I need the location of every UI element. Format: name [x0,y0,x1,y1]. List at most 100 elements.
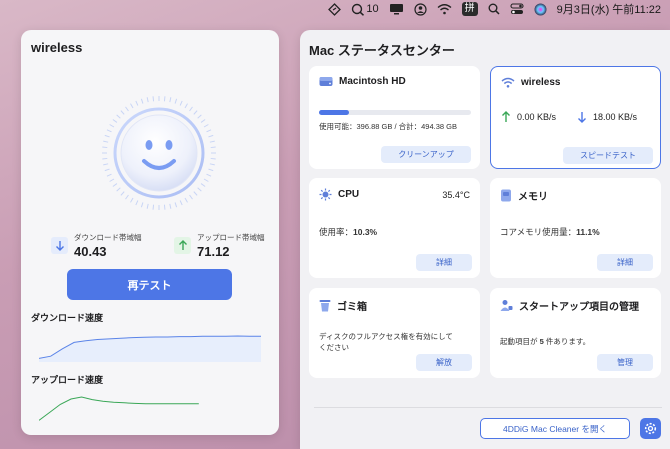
speed-test-button[interactable]: スピードテスト [563,147,653,164]
gauge-tick [120,110,125,115]
gauge-tick [140,202,144,208]
retest-button[interactable]: 再テスト [67,269,232,300]
memory-name: メモリ [518,192,548,203]
gauge-tick [184,197,188,203]
menu-bar: 10 拼 9月3日(水) 午前11:22 [0,0,670,18]
gauge-tick [112,119,118,123]
wifi-icon[interactable] [432,0,457,18]
cleanup-button[interactable]: クリーンアップ [381,146,471,163]
cpu-name: CPU [338,189,360,200]
control-center-icon[interactable] [505,0,529,18]
gauge-tick [130,197,134,203]
clock[interactable]: 9月3日(水) 午前11:22 [552,0,666,18]
gauge-tick [130,103,134,109]
gauge-tick [189,106,193,112]
gauge-tick [179,100,183,106]
gauge-tick [169,203,172,209]
free-up-button[interactable]: 解放 [416,354,472,371]
startup-card-header: スタートアップ項目の管理 [500,298,639,313]
status-center-title: Mac ステータスセンター [309,43,455,58]
gauge-tick [104,134,110,138]
input-method-indicator[interactable]: 拼 [457,0,483,18]
gauge-tick [120,191,125,196]
speed-gauge [99,93,219,213]
disk-card: Macintosh HD 使用可能：396.88 GB / 合計：494.38 … [309,66,480,169]
open-cleaner-button[interactable]: 4DDiG Mac Cleaner を開く [480,418,630,439]
startup-message: 起動項目が 5 件あります。 [500,336,590,347]
gauge-tick [184,103,188,109]
gauge-tick [106,129,112,133]
memory-usage-label: コアメモリ使用量： [500,227,577,237]
gauge-tick [203,178,209,182]
gauge-tick [104,168,110,172]
gauge-tick [116,187,121,192]
upload-arrow-icon [502,111,510,122]
disk-usage-fill [319,110,350,115]
download-speed-chart [39,335,261,362]
memory-card-header: メモリ [500,188,548,203]
gauge-tick [193,191,198,196]
gauge-tick [209,163,215,166]
gauge-tick [206,129,212,133]
gauge-tick [206,173,212,177]
memory-card: メモリ コアメモリ使用量：11.1% 詳細 [490,178,661,278]
gauge-tick [109,124,115,128]
disk-usage-bar [319,110,471,115]
upload-arrow-icon [174,237,191,254]
trash-message: ディスクのフルアクセス権を有効にして ください [319,331,453,353]
startup-name: スタートアップ項目の管理 [519,302,639,313]
gauge-tick [169,97,172,103]
memory-usage-value: 11.1% [576,227,600,237]
gauge-tick [163,204,166,210]
disk-card-header: Macintosh HD [319,76,406,87]
display-icon[interactable] [384,0,409,18]
user-icon[interactable] [409,0,432,18]
gauge-tick [102,157,108,160]
location-icon[interactable] [323,0,346,18]
gauge-tick [140,98,144,104]
network-name: wireless [521,77,561,88]
settings-button[interactable] [640,418,661,439]
startup-message-prefix: 起動項目が [500,337,540,346]
gauge-tick [174,98,178,104]
cpu-details-button[interactable]: 詳細 [416,254,472,271]
gauge-tick [116,114,121,119]
smiley-gauge-icon [102,96,216,210]
gauge-tick [200,119,206,123]
startup-message-suffix: 件あります。 [543,337,591,346]
siri-icon[interactable] [529,0,552,18]
gauge-tick [163,96,166,102]
network-card[interactable]: wireless 0.00 KB/s 18.00 KB/s スピードテスト [490,66,661,169]
hard-drive-icon [319,77,333,86]
gauge-tick [102,146,108,149]
gauge-tick [193,110,198,115]
footer-divider [314,407,662,408]
memory-details-button[interactable]: 詳細 [597,254,653,271]
manage-button[interactable]: 管理 [597,354,653,371]
gauge-tick [125,194,129,200]
spotlight-search-icon[interactable] [483,0,505,18]
gauge-tick [135,100,139,106]
gauge-tick [197,114,202,119]
network-name-title: wireless [31,40,83,55]
gauge-tick [109,178,115,182]
mac-status-center-panel: Mac ステータスセンター Macintosh HD 使用可能：396.88 G… [300,30,670,449]
gauge-tick [135,200,139,206]
gauge-tick [209,140,215,143]
gauge-tick [210,157,216,160]
gauge-tick [200,183,206,187]
gauge-tick [112,183,118,187]
download-speed-title: ダウンロード速度 [31,313,104,323]
gear-icon [644,422,657,435]
trash-message-line1: ディスクのフルアクセス権を有効にして [319,332,453,341]
gauge-tick [106,173,112,177]
trash-icon [319,300,331,312]
gauge-tick [197,187,202,192]
upload-bandwidth-value: 71.12 [197,244,230,259]
gauge-tick [174,202,178,208]
search-status-icon[interactable]: 10 [346,0,383,18]
wifi-icon [501,77,515,88]
download-bandwidth-value: 40.43 [74,244,107,259]
network-download-value: 18.00 KB/s [593,112,638,122]
cpu-usage-label: 使用率： [319,227,354,237]
